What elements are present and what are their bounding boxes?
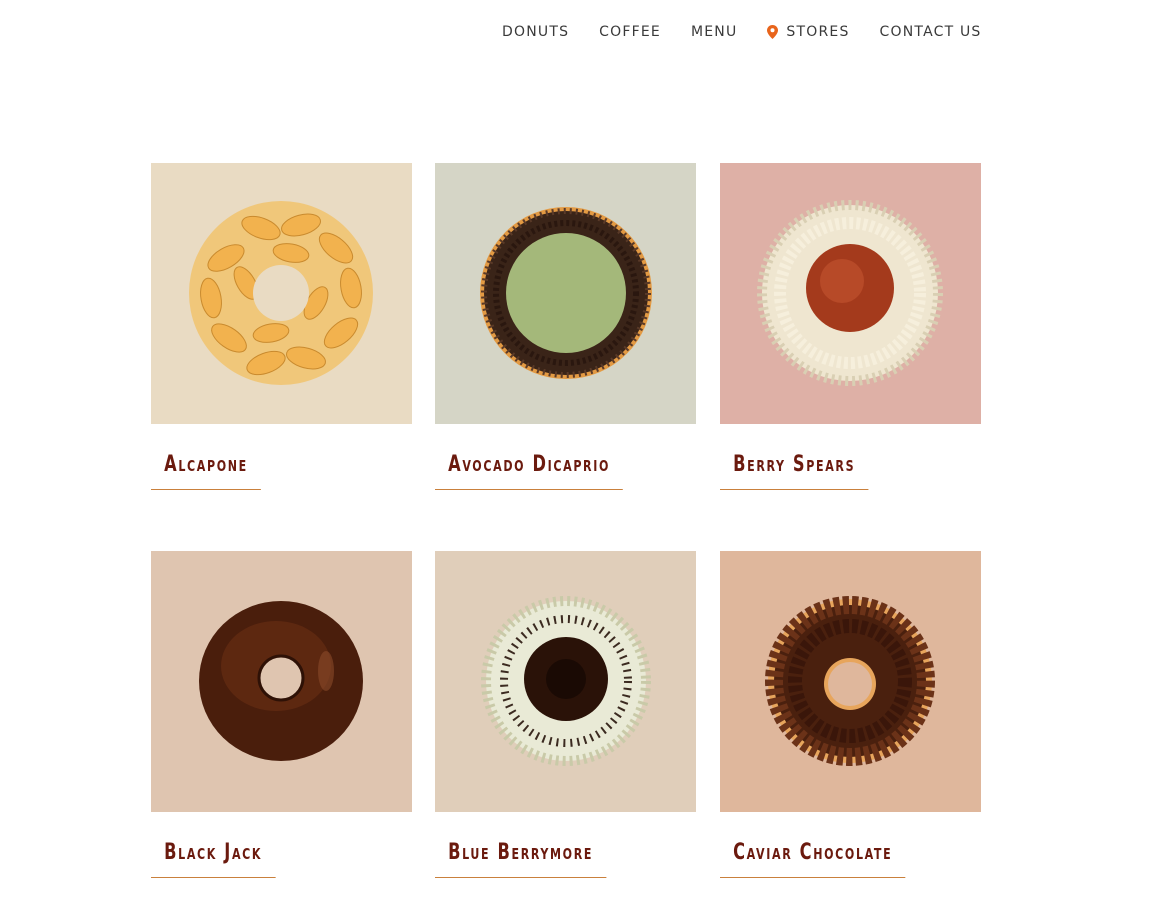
product-image-avocado-dicaprio bbox=[435, 163, 696, 424]
nav-coffee-label: COFFEE bbox=[599, 24, 661, 40]
product-image-black-jack bbox=[151, 551, 412, 812]
product-image-berry-spears bbox=[720, 163, 981, 424]
product-card-caviar-chocolate[interactable]: Caviar Chocolate bbox=[720, 551, 981, 878]
product-card-avocado-dicaprio[interactable]: Avocado Dicaprio bbox=[435, 163, 696, 490]
product-card-berry-spears[interactable]: Berry Spears bbox=[720, 163, 981, 490]
product-image-alcapone bbox=[151, 163, 412, 424]
nav-donuts[interactable]: DONUTS bbox=[502, 24, 569, 40]
product-title-caviar-chocolate[interactable]: Caviar Chocolate bbox=[720, 840, 906, 878]
nav-contact-us[interactable]: CONTACT US bbox=[880, 24, 982, 40]
product-card-black-jack[interactable]: Black Jack bbox=[151, 551, 412, 878]
product-image-blue-berrymore bbox=[435, 551, 696, 812]
map-pin-icon bbox=[767, 25, 779, 39]
nav-menu[interactable]: MENU bbox=[691, 24, 737, 40]
product-card-alcapone[interactable]: Alcapone bbox=[151, 163, 412, 490]
product-title-blue-berrymore[interactable]: Blue Berrymore bbox=[435, 840, 607, 878]
nav-donuts-label: DONUTS bbox=[502, 24, 570, 40]
main-nav: DONUTS COFFEE MENU STORES CONTACT US bbox=[502, 22, 982, 42]
nav-contact-label: CONTACT US bbox=[879, 24, 982, 40]
nav-coffee[interactable]: COFFEE bbox=[599, 24, 661, 40]
product-image-caviar-chocolate bbox=[720, 551, 981, 812]
nav-stores-label: STORES bbox=[786, 24, 850, 40]
nav-menu-label: MENU bbox=[690, 24, 738, 40]
product-card-blue-berrymore[interactable]: Blue Berrymore bbox=[435, 551, 696, 878]
product-title-black-jack[interactable]: Black Jack bbox=[151, 840, 276, 878]
product-title-berry-spears[interactable]: Berry Spears bbox=[720, 452, 869, 490]
nav-stores[interactable]: STORES bbox=[767, 24, 849, 40]
product-title-avocado-dicaprio[interactable]: Avocado Dicaprio bbox=[435, 452, 624, 490]
product-title-alcapone[interactable]: Alcapone bbox=[151, 452, 261, 490]
